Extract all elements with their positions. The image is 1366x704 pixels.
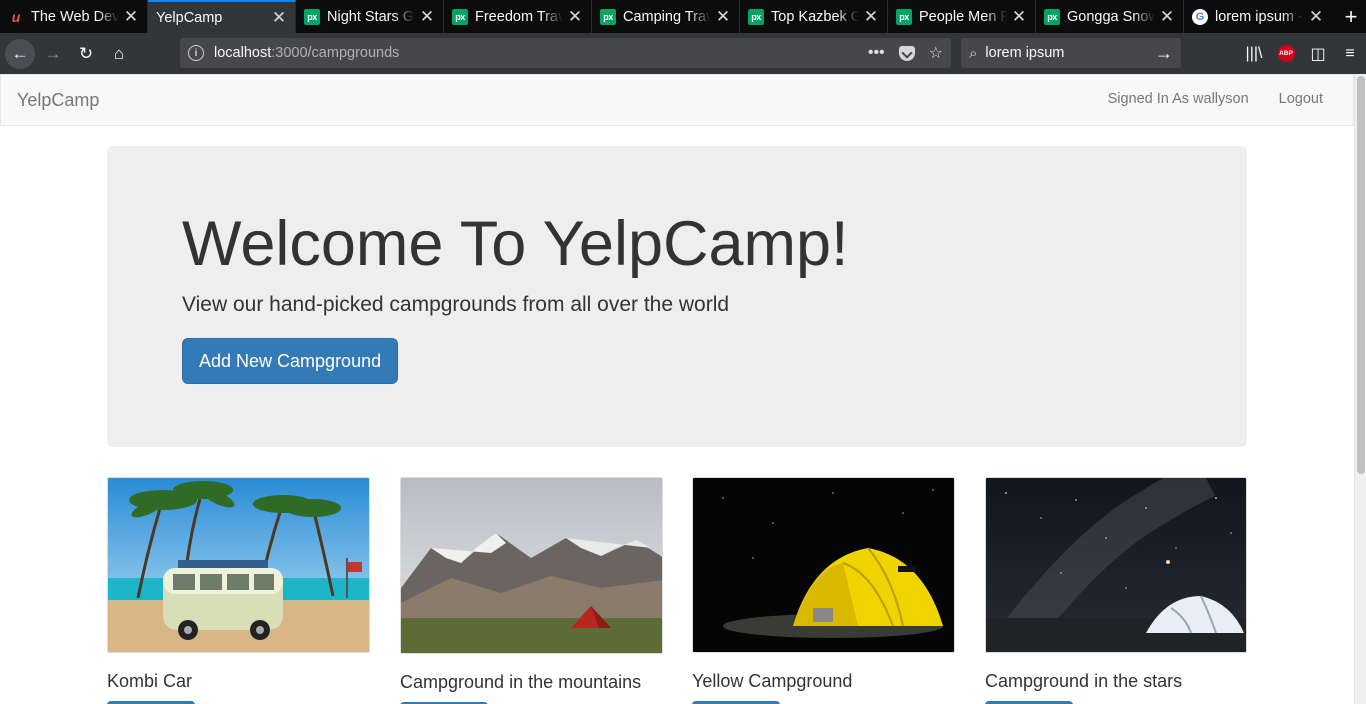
tab-title: The Web Developer Bootcamp xyxy=(31,8,119,25)
tab-title: Top Kazbek Georgia xyxy=(771,8,859,25)
tab-bar: u The Web Developer Bootcamp ✕ YelpCamp … xyxy=(0,0,1366,33)
pixabay-icon: px xyxy=(896,8,912,25)
tab-web-developer[interactable]: u The Web Developer Bootcamp ✕ xyxy=(0,0,148,33)
pixabay-icon: px xyxy=(600,8,616,25)
tab-people-men[interactable]: px People Men Photo ✕ xyxy=(888,0,1036,33)
google-icon: G xyxy=(1192,8,1208,25)
close-icon[interactable]: ✕ xyxy=(1011,7,1027,27)
add-campground-button[interactable]: Add New Campground xyxy=(182,338,399,384)
search-go-icon[interactable]: → xyxy=(1155,43,1173,64)
browser-toolbar: ← → ↻ ⌂ i localhost:3000/campgrounds •••… xyxy=(0,33,1366,74)
url-host: localhost xyxy=(214,45,272,61)
yellow-tent-night-image[interactable] xyxy=(692,477,955,653)
tab-night-stars[interactable]: px Night Stars Galaxy ✕ xyxy=(296,0,444,33)
close-icon[interactable]: ✕ xyxy=(1308,7,1324,27)
tab-freedom-travel[interactable]: px Freedom Travel ✕ xyxy=(444,0,592,33)
tab-camping-travel[interactable]: px Camping Travel ✕ xyxy=(592,0,740,33)
tab-title: People Men Photo xyxy=(919,8,1007,25)
tab-title: Night Stars Galaxy xyxy=(327,8,415,25)
page-actions-icon[interactable]: ••• xyxy=(868,44,885,62)
page-lead: View our hand-picked campgrounds from al… xyxy=(182,293,730,316)
campground-name: Campground in the stars xyxy=(985,671,1183,691)
page-viewport: YelpCamp Signed In As wallyson Logout We… xyxy=(0,74,1354,704)
close-icon[interactable]: ✕ xyxy=(1159,7,1175,27)
campground-name: Yellow Campground xyxy=(692,671,853,691)
close-icon[interactable]: ✕ xyxy=(419,7,435,27)
library-icon[interactable]: |||\ xyxy=(1238,33,1270,74)
search-bar[interactable]: ⌕ lorem ipsum → xyxy=(961,38,1181,68)
site-navbar: YelpCamp Signed In As wallyson Logout xyxy=(0,74,1354,126)
search-icon: ⌕ xyxy=(969,44,978,62)
signed-in-link[interactable]: Signed In As wallyson xyxy=(1108,91,1249,107)
toolbar-icons: |||\ ABP ◫ ≡ xyxy=(1238,33,1366,74)
adblock-plus-button[interactable]: ABP xyxy=(1270,33,1302,74)
brand-link[interactable]: YelpCamp xyxy=(17,90,99,111)
tab-top-kazbek[interactable]: px Top Kazbek Georgia ✕ xyxy=(740,0,888,33)
search-input[interactable]: lorem ipsum xyxy=(985,45,1064,61)
close-icon[interactable]: ✕ xyxy=(715,7,731,27)
bookmark-star-icon[interactable]: ☆ xyxy=(929,43,943,63)
scrollbar-thumb[interactable] xyxy=(1357,76,1365,474)
pixabay-icon: px xyxy=(304,8,320,25)
tab-yelpcamp[interactable]: YelpCamp ✕ xyxy=(148,0,296,33)
pixabay-icon: px xyxy=(452,8,468,25)
udemy-icon: u xyxy=(11,8,21,25)
forward-button[interactable]: → xyxy=(38,39,68,69)
close-icon[interactable]: ✕ xyxy=(567,7,583,27)
home-button[interactable]: ⌂ xyxy=(104,39,134,69)
campground-card: Campground in the stars xyxy=(985,477,1247,704)
tab-lorem-ipsum[interactable]: G lorem ipsum - Google ✕ xyxy=(1184,0,1332,33)
tab-gongga-snow[interactable]: px Gongga Snow Mountain ✕ xyxy=(1036,0,1184,33)
campground-card: Campground in the mountains xyxy=(400,477,663,704)
pixabay-icon: px xyxy=(748,8,764,25)
tab-title: Camping Travel xyxy=(623,8,711,25)
tab-title: Gongga Snow Mountain xyxy=(1067,8,1155,25)
pocket-icon[interactable] xyxy=(898,45,915,61)
tent-starry-sky-image[interactable] xyxy=(985,477,1247,653)
tab-title: YelpCamp xyxy=(156,9,223,26)
page-title: Welcome To YelpCamp! xyxy=(182,209,849,279)
kombi-van-beach-image[interactable] xyxy=(107,477,370,653)
close-icon[interactable]: ✕ xyxy=(271,8,287,28)
tab-title: Freedom Travel xyxy=(475,8,563,25)
campground-name: Campground in the mountains xyxy=(400,672,642,692)
campground-card: Kombi Car xyxy=(107,477,370,704)
tab-title: lorem ipsum - Google xyxy=(1215,8,1304,25)
pixabay-icon: px xyxy=(1044,8,1060,25)
jumbotron: Welcome To YelpCamp! View our hand-picke… xyxy=(107,146,1247,447)
reload-button[interactable]: ↻ xyxy=(71,39,101,69)
page-scrollbar[interactable] xyxy=(1354,74,1366,704)
address-bar[interactable]: i localhost:3000/campgrounds ••• ☆ xyxy=(180,38,951,68)
new-tab-button[interactable]: + xyxy=(1336,0,1366,33)
sidebar-icon[interactable]: ◫ xyxy=(1302,33,1334,74)
close-icon[interactable]: ✕ xyxy=(123,7,139,27)
info-icon[interactable]: i xyxy=(188,45,204,61)
campground-card: Yellow Campground xyxy=(692,477,955,704)
close-icon[interactable]: ✕ xyxy=(863,7,879,27)
logout-link[interactable]: Logout xyxy=(1279,91,1323,107)
back-button[interactable]: ← xyxy=(5,38,35,69)
mountain-tent-image[interactable] xyxy=(400,477,663,654)
menu-icon[interactable]: ≡ xyxy=(1334,33,1366,74)
url-path: :3000/campgrounds xyxy=(271,45,400,61)
adblock-plus-icon: ABP xyxy=(1277,45,1295,62)
campground-name: Kombi Car xyxy=(107,671,193,691)
